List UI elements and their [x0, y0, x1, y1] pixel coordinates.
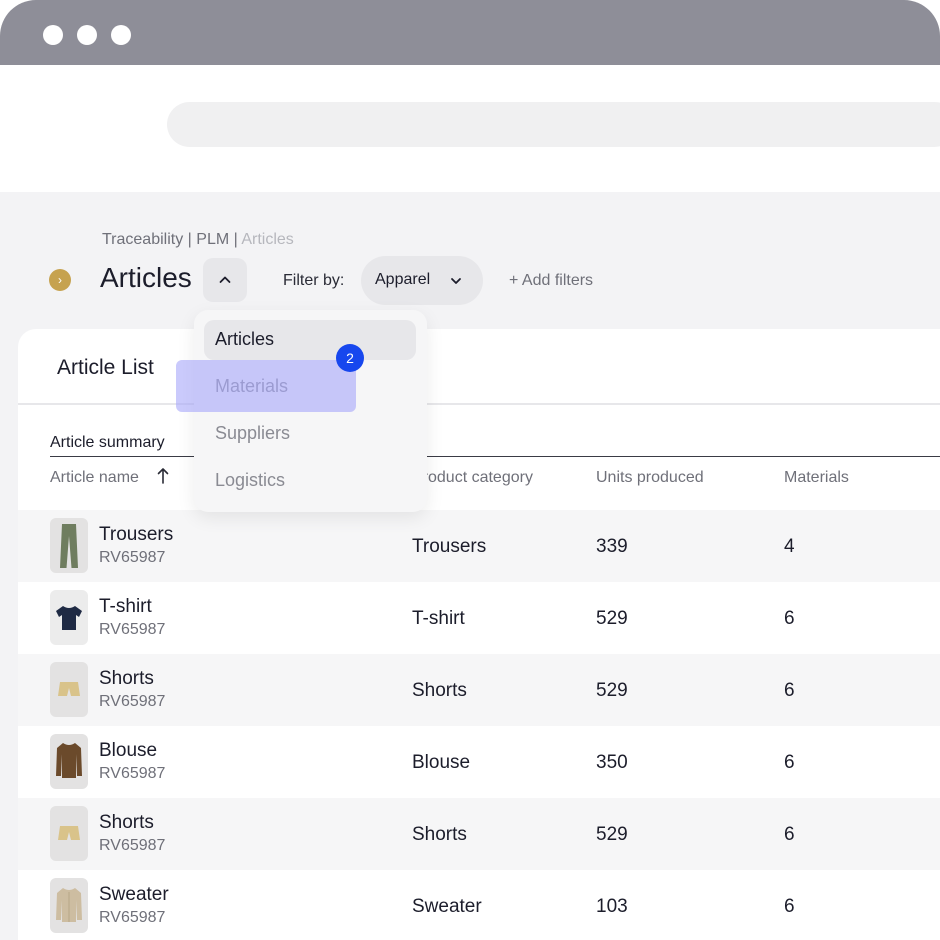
- trousers-icon: [50, 518, 88, 573]
- breadcrumb: Traceability | PLM | Articles: [102, 231, 294, 248]
- article-name: Blouse: [99, 740, 158, 761]
- column-header-materials[interactable]: Materials: [784, 469, 849, 487]
- units-produced: 529: [596, 680, 628, 701]
- table-row[interactable]: Shorts RV65987 Shorts 529 6: [18, 654, 940, 726]
- materials-count: 6: [784, 824, 795, 845]
- article-code: RV65987: [99, 549, 166, 566]
- units-produced: 103: [596, 896, 628, 917]
- article-code: RV65987: [99, 693, 166, 710]
- add-filters-button[interactable]: + Add filters: [509, 272, 593, 290]
- column-header-product-category[interactable]: Product category: [412, 469, 533, 487]
- tab-article-summary[interactable]: Article summary: [50, 434, 165, 452]
- table-row[interactable]: Trousers RV65987 Trousers 339 4: [18, 510, 940, 582]
- filter-select-value: Apparel: [375, 271, 431, 288]
- units-produced: 339: [596, 536, 628, 557]
- filter-select[interactable]: Apparel: [361, 256, 483, 305]
- article-code: RV65987: [99, 765, 166, 782]
- chevron-up-icon: [219, 276, 231, 283]
- article-code: RV65987: [99, 837, 166, 854]
- breadcrumb-item[interactable]: PLM: [196, 231, 229, 248]
- article-list-card: Article List Article summary Article nam…: [18, 329, 940, 940]
- divider: [18, 403, 940, 405]
- sweater-icon: [50, 878, 88, 933]
- search-input[interactable]: [167, 102, 940, 147]
- product-category: T-shirt: [412, 608, 465, 629]
- units-produced: 529: [596, 608, 628, 629]
- article-name: T-shirt: [99, 596, 152, 617]
- article-code: RV65987: [99, 621, 166, 638]
- app-content: Traceability | PLM | Articles › Articles…: [0, 192, 940, 940]
- menu-item-articles[interactable]: Articles: [204, 320, 416, 360]
- page-title: Articles: [100, 262, 192, 293]
- product-category: Sweater: [412, 896, 482, 917]
- arrow-up-icon[interactable]: [156, 467, 170, 485]
- divider: [50, 456, 940, 457]
- column-header-units-produced[interactable]: Units produced: [596, 469, 704, 487]
- article-name: Sweater: [99, 884, 169, 905]
- materials-count: 6: [784, 896, 795, 917]
- units-produced: 529: [596, 824, 628, 845]
- top-bar: [0, 65, 940, 192]
- step-badge: 2: [336, 344, 364, 372]
- materials-count: 4: [784, 536, 795, 557]
- product-category: Shorts: [412, 680, 467, 701]
- blouse-icon: [50, 734, 88, 789]
- column-header-article-name[interactable]: Article name: [50, 469, 139, 487]
- table-row[interactable]: Sweater RV65987 Sweater 103 6: [18, 870, 940, 940]
- chevron-down-icon: [451, 278, 461, 284]
- breadcrumb-current: Articles: [241, 231, 294, 248]
- menu-item-logistics[interactable]: Logistics: [204, 461, 416, 501]
- materials-count: 6: [784, 680, 795, 701]
- title-menu-toggle[interactable]: [203, 258, 247, 302]
- tshirt-icon: [50, 590, 88, 645]
- menu-item-suppliers[interactable]: Suppliers: [204, 414, 416, 454]
- article-name: Shorts: [99, 668, 154, 689]
- product-category: Trousers: [412, 536, 487, 557]
- table-row[interactable]: T-shirt RV65987 T-shirt 529 6: [18, 582, 940, 654]
- table-row[interactable]: Blouse RV65987 Blouse 350 6: [18, 726, 940, 798]
- product-category: Blouse: [412, 752, 471, 773]
- click-target-highlight: [176, 360, 356, 412]
- expand-sidebar-icon[interactable]: ›: [49, 269, 71, 291]
- product-category: Shorts: [412, 824, 467, 845]
- materials-count: 6: [784, 608, 795, 629]
- article-code: RV65987: [99, 909, 166, 926]
- window-maximize-dot[interactable]: [111, 25, 131, 45]
- units-produced: 350: [596, 752, 628, 773]
- shorts-icon: [50, 662, 88, 717]
- table-row[interactable]: Shorts RV65987 Shorts 529 6: [18, 798, 940, 870]
- window-titlebar: [0, 0, 940, 65]
- article-name: Shorts: [99, 812, 154, 833]
- window-minimize-dot[interactable]: [77, 25, 97, 45]
- card-title: Article List: [57, 356, 154, 379]
- filter-label: Filter by:: [283, 272, 345, 289]
- article-name: Trousers: [99, 524, 174, 545]
- breadcrumb-item[interactable]: Traceability: [102, 231, 183, 248]
- materials-count: 6: [784, 752, 795, 773]
- shorts-icon: [50, 806, 88, 861]
- window-close-dot[interactable]: [43, 25, 63, 45]
